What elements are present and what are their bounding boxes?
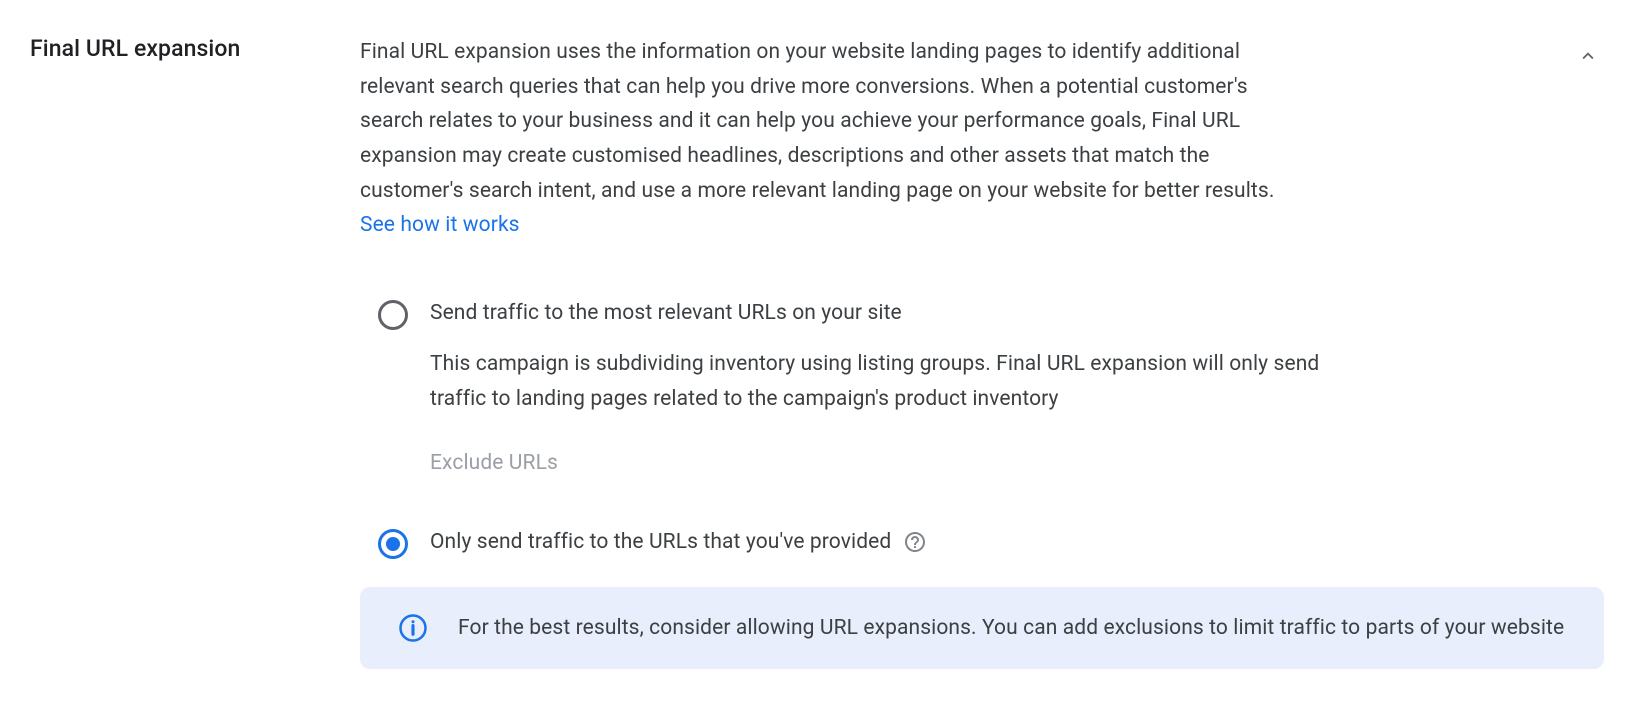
section-title: Final URL expansion: [30, 35, 285, 62]
radio-content: Send traffic to the most relevant URLs o…: [430, 298, 1604, 475]
chevron-up-icon: [1577, 45, 1599, 67]
help-icon[interactable]: [903, 530, 927, 554]
section-label-col: Final URL expansion: [30, 35, 285, 669]
settings-section: Final URL expansion Final URL expansion …: [30, 35, 1604, 669]
info-banner: For the best results, consider allowing …: [360, 587, 1604, 670]
section-description: Final URL expansion uses the information…: [360, 35, 1295, 243]
radio-option-relevant-urls: Send traffic to the most relevant URLs o…: [378, 298, 1604, 475]
exclude-urls-link: Exclude URLs: [430, 451, 1604, 475]
description-text: Final URL expansion uses the information…: [360, 40, 1274, 203]
radio-label: Only send traffic to the URLs that you'v…: [430, 527, 1604, 559]
collapse-button[interactable]: [1572, 40, 1604, 72]
info-icon: [398, 613, 428, 643]
radio-label-text: Only send traffic to the URLs that you'v…: [430, 527, 891, 559]
section-content-col: Final URL expansion uses the information…: [360, 35, 1604, 669]
radio-button-relevant-urls[interactable]: [378, 300, 408, 330]
radio-content: Only send traffic to the URLs that you'v…: [430, 527, 1604, 559]
see-how-link[interactable]: See how it works: [360, 213, 520, 237]
radio-group: Send traffic to the most relevant URLs o…: [360, 298, 1604, 559]
radio-subtext: This campaign is subdividing inventory u…: [430, 347, 1370, 416]
radio-option-provided-urls: Only send traffic to the URLs that you'v…: [378, 527, 1604, 559]
info-banner-text: For the best results, consider allowing …: [458, 611, 1564, 646]
radio-button-provided-urls[interactable]: [378, 529, 408, 559]
radio-label: Send traffic to the most relevant URLs o…: [430, 298, 1604, 330]
